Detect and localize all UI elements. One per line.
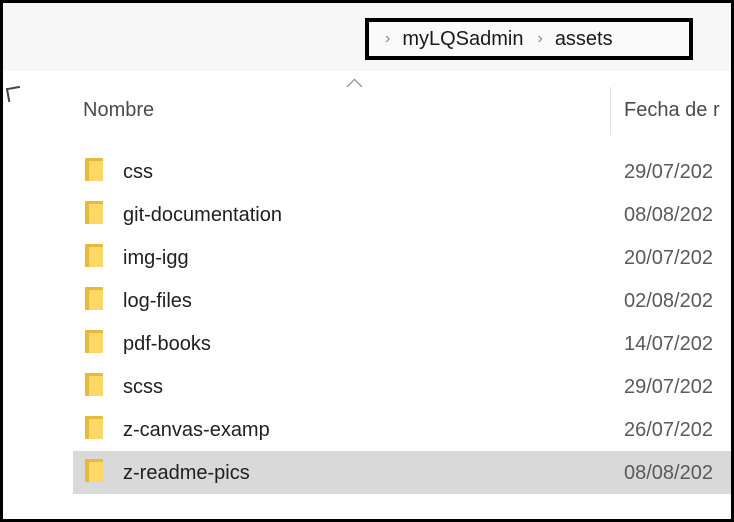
file-row[interactable]: css 29/07/202 bbox=[73, 150, 731, 193]
breadcrumb-item-assets[interactable]: assets bbox=[555, 28, 613, 51]
explorer-window: › myLQSadmin › assets Nombre Fecha de r … bbox=[0, 0, 734, 522]
file-date: 29/07/202 bbox=[624, 161, 713, 183]
file-date: 20/07/202 bbox=[624, 247, 713, 269]
file-name: pdf-books bbox=[123, 333, 211, 355]
folder-icon bbox=[85, 201, 103, 224]
column-header-row: Nombre Fecha de r bbox=[73, 71, 731, 137]
file-date: 08/08/202 bbox=[624, 462, 713, 484]
file-name: z-readme-pics bbox=[123, 462, 250, 484]
file-row-selected[interactable]: z-readme-pics 08/08/202 bbox=[73, 451, 731, 494]
file-row[interactable]: git-documentation 08/08/202 bbox=[73, 193, 731, 236]
folder-icon bbox=[85, 459, 103, 482]
chevron-right-icon[interactable]: › bbox=[537, 30, 542, 48]
file-list: css 29/07/202 git-documentation 08/08/20… bbox=[73, 150, 731, 494]
file-name: scss bbox=[123, 376, 163, 398]
column-header-name[interactable]: Nombre bbox=[83, 99, 154, 122]
folder-icon bbox=[85, 158, 103, 181]
file-row[interactable]: log-files 02/08/202 bbox=[73, 279, 731, 322]
sort-ascending-icon bbox=[346, 78, 363, 95]
folder-icon bbox=[85, 373, 103, 396]
navigation-pane[interactable] bbox=[3, 71, 23, 519]
folder-icon bbox=[85, 330, 103, 353]
folder-icon bbox=[85, 244, 103, 267]
file-date: 29/07/202 bbox=[624, 376, 713, 398]
file-row[interactable]: scss 29/07/202 bbox=[73, 365, 731, 408]
file-date: 08/08/202 bbox=[624, 204, 713, 226]
pane-edge-icon bbox=[5, 85, 23, 103]
column-header-date[interactable]: Fecha de r bbox=[624, 99, 720, 122]
file-date: 14/07/202 bbox=[624, 333, 713, 355]
file-name: log-files bbox=[123, 290, 192, 312]
chevron-right-icon[interactable]: › bbox=[385, 30, 390, 48]
breadcrumb: › myLQSadmin › assets bbox=[365, 18, 693, 60]
address-bar[interactable]: › myLQSadmin › assets bbox=[3, 3, 731, 71]
file-name: git-documentation bbox=[123, 204, 282, 226]
file-date: 26/07/202 bbox=[624, 419, 713, 441]
breadcrumb-item-mylqsadmin[interactable]: myLQSadmin bbox=[402, 28, 523, 51]
file-name: img-igg bbox=[123, 247, 189, 269]
file-name: z-canvas-examp bbox=[123, 419, 270, 441]
folder-icon bbox=[85, 416, 103, 439]
column-divider[interactable] bbox=[610, 87, 611, 135]
file-row[interactable]: img-igg 20/07/202 bbox=[73, 236, 731, 279]
file-date: 02/08/202 bbox=[624, 290, 713, 312]
file-name: css bbox=[123, 161, 153, 183]
file-row[interactable]: pdf-books 14/07/202 bbox=[73, 322, 731, 365]
folder-icon bbox=[85, 287, 103, 310]
file-row[interactable]: z-canvas-examp 26/07/202 bbox=[73, 408, 731, 451]
